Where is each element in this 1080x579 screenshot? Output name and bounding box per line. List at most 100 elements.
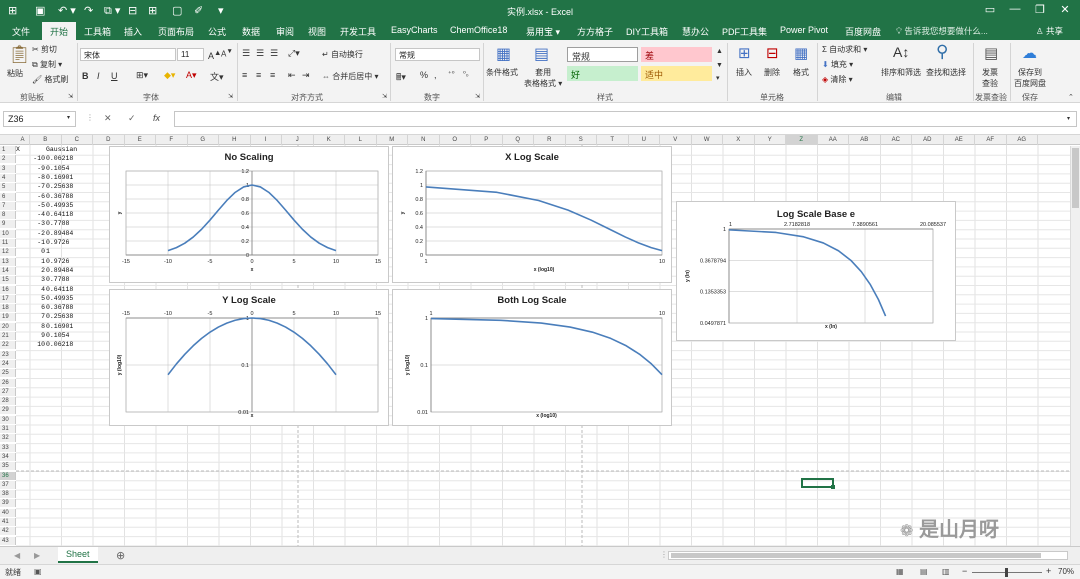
add-sheet-button[interactable]: ⊕ (116, 549, 125, 562)
cell-gaussian-value[interactable]: 0.49935 (46, 295, 80, 303)
clear-button[interactable]: ◈ 清除 ▾ (822, 74, 853, 85)
next-sheet-icon[interactable]: ▶ (34, 551, 40, 560)
number-launcher-icon[interactable]: ⇲ (475, 93, 480, 100)
cell-header-gaussian[interactable]: Gaussian (46, 146, 86, 154)
cell-gaussian-value[interactable]: 0.9726 (46, 239, 80, 247)
row-header-9[interactable]: 9 (0, 220, 16, 229)
row-header-20[interactable]: 20 (0, 322, 16, 331)
format-cells-icon[interactable]: ▦ (794, 44, 808, 62)
col-header-b[interactable]: B (30, 135, 62, 145)
invoice-check-button[interactable]: 发票 查验 (982, 67, 998, 89)
share-button[interactable]: ♙ 共享 (1036, 25, 1063, 37)
cell-gaussian-value[interactable]: 0.36788 (46, 304, 80, 312)
sheet-tab-sheet[interactable]: Sheet (58, 547, 98, 563)
tell-me-search[interactable]: 💡︎ 告诉我您想要做什么... (896, 25, 988, 37)
cell-gaussian-value[interactable]: 0.7788 (46, 220, 80, 228)
font-name-select[interactable]: 宋体 (80, 48, 176, 61)
row-header-1[interactable]: 1 (0, 146, 16, 154)
row-header-6[interactable]: 6 (0, 192, 16, 201)
minimize-button[interactable]: — (1005, 3, 1025, 15)
col-header-q[interactable]: Q (503, 135, 534, 145)
chart-x-log-scale[interactable]: X Log Scale 1 10 0 0.2 0.4 0.6 0.8 1 1.2 x (log10… (392, 146, 672, 283)
paste-icon[interactable]: 📋︎ (8, 44, 31, 65)
align-center-icon[interactable]: ≡ (256, 70, 261, 80)
fill-button[interactable]: ⬇ 填充 ▾ (822, 59, 853, 70)
cell-gaussian-value[interactable]: 0.1054 (46, 332, 80, 340)
row-header-14[interactable]: 14 (0, 266, 16, 275)
col-header-ag[interactable]: AG (1007, 135, 1038, 145)
col-header-g[interactable]: G (188, 135, 219, 145)
horizontal-scrollbar[interactable] (668, 551, 1068, 560)
increase-decimal-icon[interactable]: ⁺⁰ (448, 70, 455, 78)
vertical-scroll-thumb[interactable] (1072, 148, 1079, 208)
styles-scroll-up-icon[interactable]: ▲ (716, 48, 723, 55)
row-header-35[interactable]: 35 (0, 462, 16, 471)
col-header-z[interactable]: Z (786, 135, 818, 145)
cell-x-value[interactable]: -10 (16, 155, 45, 163)
paste-button[interactable]: 粘贴 (7, 68, 23, 79)
col-header-h[interactable]: H (219, 135, 251, 145)
col-header-f[interactable]: F (156, 135, 188, 145)
grow-font-icon[interactable]: A▲ (208, 48, 221, 61)
phonetic-icon[interactable]: 文▾ (210, 70, 224, 83)
row-header-28[interactable]: 28 (0, 397, 16, 406)
name-box-dropdown-icon[interactable]: ▾ (67, 114, 70, 121)
save-baidu-button[interactable]: 保存到 百度网盘 (1014, 67, 1046, 89)
shrink-font-icon[interactable]: A▼ (221, 48, 233, 59)
font-color-icon[interactable]: A▾ (186, 70, 197, 81)
cell-gaussian-value[interactable]: 0.49935 (46, 202, 80, 210)
find-select-button[interactable]: 查找和选择 (926, 67, 966, 78)
row-header-11[interactable]: 11 (0, 239, 16, 247)
tab-power-pivot[interactable]: Power Pivot (780, 25, 828, 35)
col-header-a[interactable]: A (16, 135, 30, 145)
row-header-33[interactable]: 33 (0, 443, 16, 452)
row-header-42[interactable]: 42 (0, 527, 16, 536)
row-header-2[interactable]: 2 (0, 155, 16, 164)
row-header-43[interactable]: 43 (0, 536, 16, 545)
row-header-3[interactable]: 3 (0, 164, 16, 173)
font-size-select[interactable]: 11 (177, 48, 204, 61)
cell-x-value[interactable]: 3 (16, 276, 45, 284)
tab-toolbox[interactable]: 工具箱 (84, 25, 111, 38)
row-header-21[interactable]: 21 (0, 332, 16, 340)
vertical-scrollbar[interactable] (1070, 146, 1080, 546)
row-header-12[interactable]: 12 (0, 248, 16, 257)
formula-input[interactable] (174, 111, 1077, 127)
format-cells-button[interactable]: 格式 (793, 67, 809, 78)
cell-x-value[interactable]: 10 (16, 341, 45, 349)
col-header-l[interactable]: L (345, 135, 377, 145)
cell-x-value[interactable]: -5 (16, 202, 45, 210)
col-header-r[interactable]: R (534, 135, 566, 145)
decrease-indent-icon[interactable]: ⇤ (288, 70, 296, 81)
table-format-button[interactable]: 套用 表格格式 ▾ (524, 67, 562, 89)
cell-x-value[interactable]: 6 (16, 304, 45, 312)
cell-x-value[interactable]: 2 (16, 267, 45, 275)
tab-review[interactable]: 审阅 (276, 25, 294, 38)
row-header-15[interactable]: 15 (0, 276, 16, 285)
style-neutral[interactable]: 适中 (641, 66, 712, 81)
merge-center-button[interactable]: ⇔ 合并后居中 ▾ (322, 71, 378, 82)
enter-formula-button[interactable]: ✓ (128, 113, 136, 124)
cell-x-value[interactable]: 4 (16, 286, 45, 294)
name-box[interactable]: Z36 (3, 111, 76, 127)
autosum-button[interactable]: Σ 自动求和 ▾ (822, 44, 867, 55)
col-header-i[interactable]: I (251, 135, 282, 145)
col-header-af[interactable]: AF (975, 135, 1007, 145)
increase-indent-icon[interactable]: ⇥ (302, 70, 310, 81)
prev-sheet-icon[interactable]: ◀ (14, 551, 20, 560)
tab-file[interactable]: 文件 (12, 25, 30, 38)
cell-x-value[interactable]: -3 (16, 220, 45, 228)
conditional-format-icon[interactable]: ▦ (496, 44, 511, 64)
chart-both-log-scale[interactable]: Both Log Scale 1 10 0.01 0.1 1 x (log10) y (lo… (392, 289, 672, 426)
col-header-ae[interactable]: AE (944, 135, 975, 145)
wrap-text-button[interactable]: ↵ 自动换行 (322, 49, 363, 60)
zoom-out-button[interactable]: − (962, 566, 967, 576)
row-header-18[interactable]: 18 (0, 304, 16, 313)
col-header-ad[interactable]: AD (912, 135, 944, 145)
tab-split-handle[interactable]: ⋮ (660, 550, 668, 559)
cell-x-value[interactable]: -6 (16, 193, 45, 201)
table-format-icon[interactable]: ▤ (534, 44, 549, 64)
tab-view[interactable]: 视图 (308, 25, 326, 38)
decrease-decimal-icon[interactable]: ⁰₀ (463, 70, 469, 78)
cell-x-value[interactable]: 1 (16, 258, 45, 266)
